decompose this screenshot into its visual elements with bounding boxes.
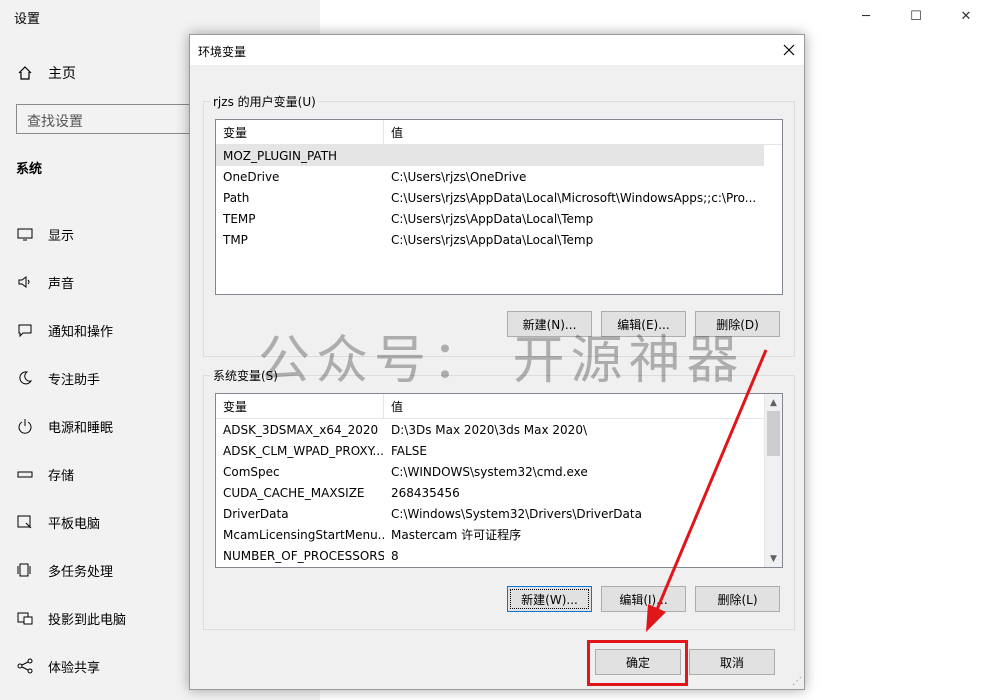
red-arrow-annotation [646,349,768,632]
